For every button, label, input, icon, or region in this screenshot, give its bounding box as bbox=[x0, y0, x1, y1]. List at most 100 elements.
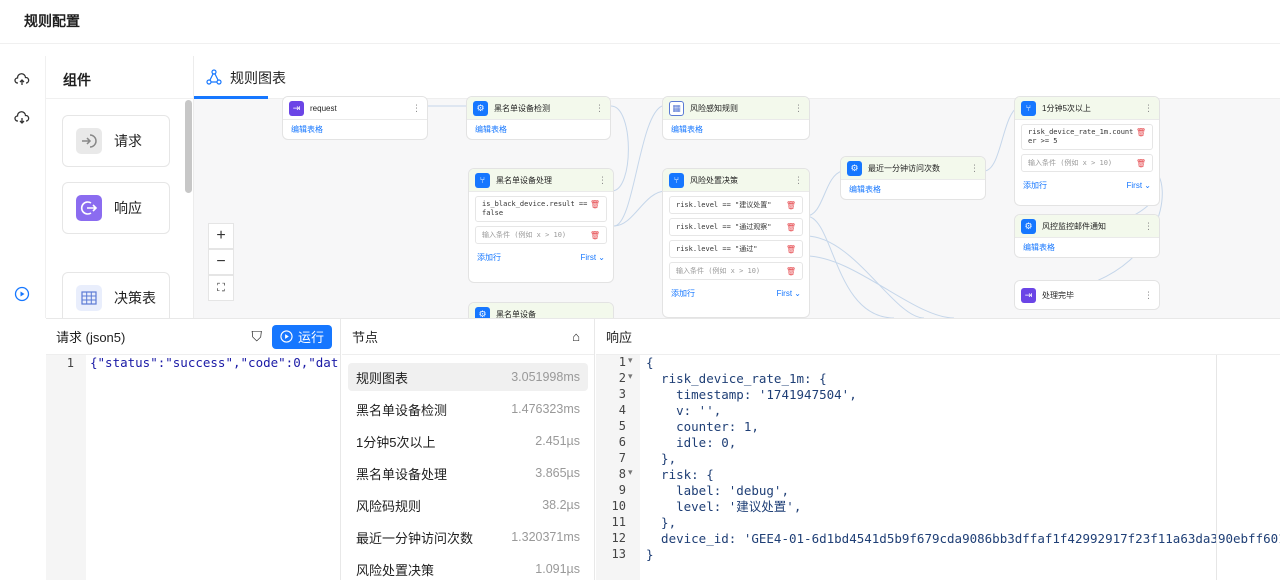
delete-icon[interactable]: 🗑 bbox=[1136, 159, 1146, 168]
more-vertical-icon[interactable]: ⋮ bbox=[794, 175, 803, 186]
condition-input[interactable]: 输入条件 (例如 x > 10) 🗑 bbox=[1021, 154, 1153, 172]
code-text: } bbox=[646, 547, 654, 562]
request-pane: 请求 (json5) ⛉ 运行 1 {"status":"success","c… bbox=[46, 319, 341, 580]
tab-rule-graph[interactable]: 规则图表 bbox=[206, 68, 286, 88]
component-response[interactable]: 响应 bbox=[62, 182, 170, 234]
print-margin bbox=[1216, 355, 1217, 580]
branch-icon: ⑂ bbox=[1021, 100, 1036, 116]
fold-toggle-icon[interactable]: ▾ bbox=[628, 371, 633, 382]
delete-icon[interactable]: 🗑 bbox=[786, 267, 796, 276]
add-row-link[interactable]: 添加行 bbox=[671, 288, 695, 299]
node-title: 风控监控邮件通知 bbox=[1042, 221, 1106, 231]
delete-icon[interactable]: 🗑 bbox=[786, 245, 796, 254]
node-blacklist-handle[interactable]: ⑂ 黑名单设备处理 ⋮ is_black_device.result == fa… bbox=[468, 168, 614, 283]
delete-icon[interactable]: 🗑 bbox=[786, 223, 796, 232]
component-decision-table[interactable]: 决策表 bbox=[62, 272, 170, 318]
node-blacklist-check[interactable]: ⚙ 黑名单设备检测 ⋮ 编辑表格 bbox=[466, 96, 611, 140]
edit-table-link[interactable]: 编辑表格 bbox=[671, 124, 703, 135]
edit-table-link[interactable]: 编辑表格 bbox=[849, 184, 881, 195]
node-blacklist-partial[interactable]: ⚙ 黑名单设备 bbox=[468, 302, 614, 318]
code-line: 5 counter: 1, bbox=[596, 419, 1280, 435]
node-risk-rules[interactable]: ▦ 风险感知规则 ⋮ 编辑表格 bbox=[662, 96, 810, 140]
node-title: 黑名单设备检测 bbox=[494, 103, 550, 113]
fit-view-button[interactable]: ⛶ bbox=[208, 275, 234, 301]
branch-icon: ⑂ bbox=[475, 172, 490, 188]
hit-policy-select[interactable]: First ⌄ bbox=[581, 253, 606, 262]
list-item[interactable]: 风险码规则 38.2µs bbox=[348, 491, 588, 519]
condition-row[interactable]: risk.level == "通过观察" 🗑 bbox=[669, 218, 803, 236]
condition-input[interactable]: 输入条件 (例如 x > 10) 🗑 bbox=[669, 262, 803, 280]
fold-toggle-icon[interactable]: ▾ bbox=[628, 467, 633, 478]
line-number: 2 bbox=[618, 371, 626, 385]
edit-table-link[interactable]: 编辑表格 bbox=[475, 124, 507, 135]
condition-input[interactable]: 输入条件 (例如 x > 10) 🗑 bbox=[475, 226, 607, 244]
node-mail-notify[interactable]: ⚙ 风控监控邮件通知 ⋮ 编辑表格 bbox=[1014, 214, 1160, 258]
delete-icon[interactable]: 🗑 bbox=[590, 231, 600, 240]
hit-policy-select[interactable]: First ⌄ bbox=[1127, 181, 1152, 190]
list-item[interactable]: 黑名单设备检测 1.476323ms bbox=[348, 395, 588, 423]
condition-row[interactable]: is_black_device.result == false 🗑 bbox=[475, 196, 607, 222]
delete-icon[interactable]: 🗑 bbox=[1136, 128, 1146, 137]
canvas-tabs: 规则图表 bbox=[194, 56, 1280, 99]
more-vertical-icon[interactable]: ⋮ bbox=[970, 163, 979, 174]
code-text: }, bbox=[646, 451, 677, 466]
add-row-link[interactable]: 添加行 bbox=[477, 252, 501, 263]
left-rail bbox=[0, 56, 46, 318]
more-vertical-icon[interactable]: ⋮ bbox=[595, 103, 604, 114]
layout-icon[interactable]: ⌂ bbox=[572, 329, 580, 344]
list-item[interactable]: 黑名单设备处理 3.865µs bbox=[348, 459, 588, 487]
code-line: 13} bbox=[596, 547, 1280, 563]
play-circle-icon[interactable] bbox=[12, 284, 32, 304]
more-vertical-icon[interactable]: ⋮ bbox=[1144, 103, 1153, 114]
line-number: 3 bbox=[618, 387, 626, 401]
zoom-in-button[interactable]: + bbox=[208, 223, 234, 249]
node-request[interactable]: ⇥ request ⋮ 编辑表格 bbox=[282, 96, 428, 140]
edit-table-link[interactable]: 编辑表格 bbox=[1023, 242, 1055, 253]
graph-icon bbox=[206, 68, 222, 88]
list-item[interactable]: 最近一分钟访问次数 1.320371ms bbox=[348, 523, 588, 551]
components-scrollbar[interactable] bbox=[185, 100, 192, 193]
code-text: level: '建议处置', bbox=[646, 499, 802, 514]
more-vertical-icon[interactable]: ⋮ bbox=[1144, 221, 1153, 232]
table-icon bbox=[76, 285, 102, 311]
branch-icon: ⑂ bbox=[669, 172, 684, 188]
component-label: 请求 bbox=[114, 133, 142, 149]
exit-icon: ⇥ bbox=[289, 100, 304, 116]
list-item[interactable]: 1分钟5次以上 2.451µs bbox=[348, 427, 588, 455]
list-item[interactable]: 规则图表 3.051998ms bbox=[348, 363, 588, 391]
delete-icon[interactable]: 🗑 bbox=[590, 200, 600, 209]
cloud-upload-icon[interactable] bbox=[12, 70, 32, 90]
node-risk-decision[interactable]: ⑂ 风险处置决策 ⋮ risk.level == "建议处置" 🗑 risk.le… bbox=[662, 168, 810, 318]
node-five-per-minute[interactable]: ⑂ 1分钟5次以上 ⋮ risk_device_rate_1m.counter … bbox=[1014, 96, 1160, 206]
rule-graph-canvas[interactable]: 规则图表 ⇥ request ⋮ 编辑表格 ⚙ 黑名单设备检测 ⋮ 编辑表格 ▦… bbox=[194, 56, 1280, 318]
condition-row[interactable]: risk_device_rate_1m.counter >= 5 🗑 bbox=[1021, 124, 1153, 150]
more-vertical-icon[interactable]: ⋮ bbox=[412, 103, 421, 114]
more-vertical-icon[interactable]: ⋮ bbox=[598, 175, 607, 186]
format-paint-icon[interactable]: ⛉ bbox=[251, 328, 262, 345]
node-title: 黑名单设备处理 bbox=[496, 175, 552, 185]
hit-policy-select[interactable]: First ⌄ bbox=[777, 289, 802, 298]
more-vertical-icon[interactable]: ⋮ bbox=[1144, 290, 1153, 301]
list-item[interactable]: 风险处置决策 1.091µs bbox=[348, 555, 588, 580]
cloud-download-icon[interactable] bbox=[12, 108, 32, 128]
component-request[interactable]: 请求 bbox=[62, 115, 170, 167]
node-done[interactable]: ⇥ 处理完毕 ⋮ bbox=[1014, 280, 1160, 310]
add-row-link[interactable]: 添加行 bbox=[1023, 180, 1047, 191]
node-recent-visits[interactable]: ⚙ 最近一分钟访问次数 ⋮ 编辑表格 bbox=[840, 156, 986, 200]
response-editor[interactable]: 1 ▾{2 ▾ risk_device_rate_1m: {3 timestamp:… bbox=[596, 355, 1280, 563]
fold-toggle-icon[interactable]: ▾ bbox=[628, 355, 633, 366]
delete-icon[interactable]: 🗑 bbox=[786, 201, 796, 210]
request-editor[interactable]: {"status":"success","code":0,"data" bbox=[90, 355, 338, 371]
exit-icon bbox=[76, 195, 102, 221]
run-button[interactable]: 运行 bbox=[271, 324, 332, 349]
code-line: 4 v: '', bbox=[596, 403, 1280, 419]
tab-label: 规则图表 bbox=[230, 70, 286, 86]
edit-table-link[interactable]: 编辑表格 bbox=[291, 124, 323, 135]
more-vertical-icon[interactable]: ⋮ bbox=[794, 103, 803, 114]
zoom-out-button[interactable]: − bbox=[208, 249, 234, 275]
line-number: 7 bbox=[618, 451, 626, 465]
code-line: 2 ▾ risk_device_rate_1m: { bbox=[596, 371, 1280, 387]
condition-row[interactable]: risk.level == "通过" 🗑 bbox=[669, 240, 803, 258]
condition-row[interactable]: risk.level == "建议处置" 🗑 bbox=[669, 196, 803, 214]
nodes-list: 规则图表 3.051998ms 黑名单设备检测 1.476323ms 1分钟5次以上… bbox=[342, 355, 594, 580]
